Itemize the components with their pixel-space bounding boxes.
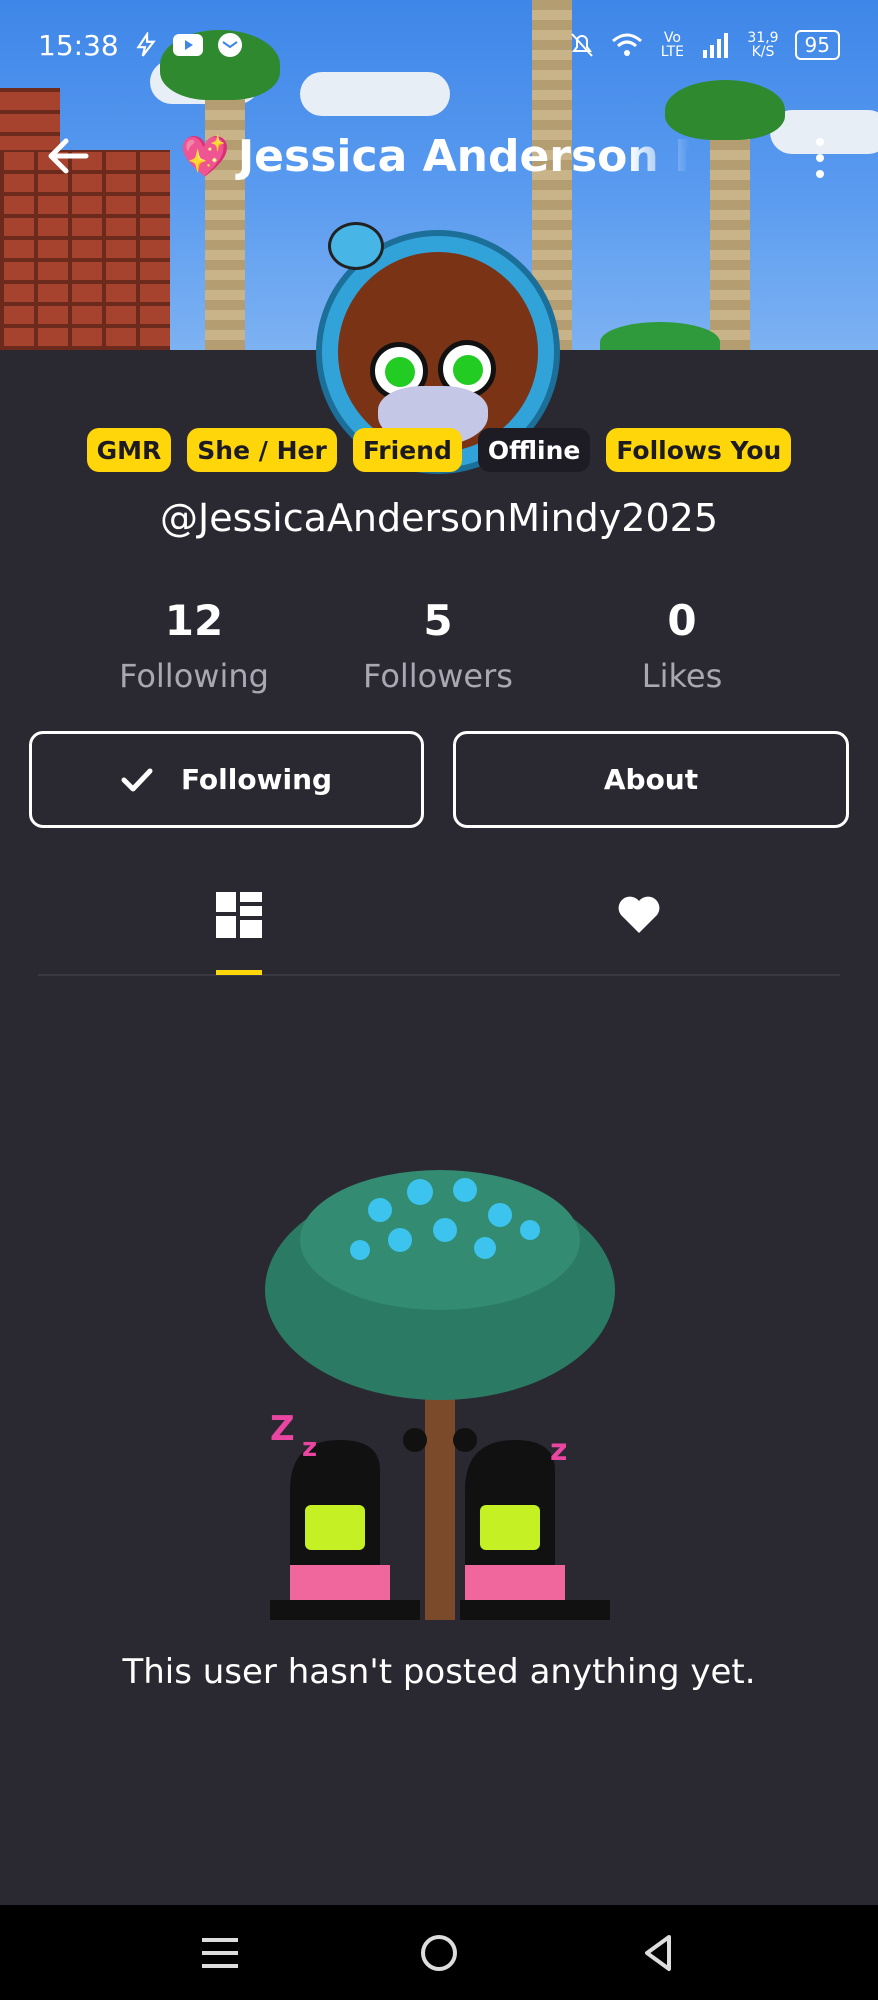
wifi-icon: [612, 33, 643, 56]
grid-icon: [216, 892, 262, 938]
arrow-left-icon[interactable]: [40, 128, 96, 184]
avatar-decoration-icon: [328, 222, 384, 270]
system-nav-bar: [0, 1905, 878, 2000]
following-button-label: Following: [180, 763, 333, 796]
network-label: Vo LTE: [660, 30, 685, 60]
checkmark-icon: [121, 768, 153, 791]
back-triangle-icon[interactable]: [628, 1925, 688, 1981]
stat-followers[interactable]: 5 Followers: [328, 596, 548, 695]
about-button-label: About: [603, 763, 699, 796]
about-button[interactable]: About: [453, 731, 849, 828]
badge-gmr: GMR: [86, 428, 172, 472]
svg-text:z: z: [302, 1433, 317, 1463]
badge-status: Offline: [477, 428, 591, 472]
status-time: 15:38: [38, 28, 119, 62]
empty-state-message: This user hasn't posted anything yet.: [122, 1652, 756, 1692]
svg-text:Z: Z: [270, 1409, 295, 1449]
profile-header: 💖 Jessica Anderson Mi: [0, 110, 878, 200]
badge-pronouns: She / Her: [187, 428, 337, 472]
tab-posts[interactable]: [204, 880, 274, 950]
sleeping-characters-illustration: Z z z: [265, 1170, 615, 1620]
profile-stats: 12 Following 5 Followers 0 Likes: [0, 596, 878, 706]
stat-label: Followers: [363, 657, 513, 695]
username-handle: @JessicaAndersonMindy2025: [160, 496, 718, 540]
status-bar: 15:38 Vo LTE 31,9 K/S 95: [0, 0, 878, 90]
active-tab-indicator: [216, 970, 262, 975]
signal-icon: [703, 33, 729, 58]
heart-icon: [618, 896, 660, 933]
more-vertical-icon[interactable]: [800, 130, 840, 186]
profile-badges: GMR She / Her Friend Offline Follows You: [0, 428, 878, 472]
message-icon: [217, 33, 242, 57]
stat-value: 12: [164, 596, 224, 645]
stat-label: Following: [119, 657, 269, 695]
tab-divider: [38, 974, 840, 976]
page-title: 💖 Jessica Anderson Mi: [180, 128, 690, 184]
stat-value: 0: [667, 596, 697, 645]
youtube-icon: [172, 34, 203, 56]
home-circle-icon[interactable]: [409, 1925, 469, 1981]
flash-icon: [136, 32, 156, 57]
network-speed: 31,9 K/S: [747, 30, 779, 60]
badge-friend: Friend: [352, 428, 462, 472]
menu-icon[interactable]: [190, 1925, 250, 1981]
following-button[interactable]: Following: [29, 731, 424, 828]
mute-bell-icon: [571, 33, 594, 57]
battery-icon: 95: [794, 30, 840, 60]
stat-following[interactable]: 12 Following: [84, 596, 304, 695]
tab-likes[interactable]: [604, 880, 674, 950]
sparkling-heart-icon: 💖: [180, 133, 230, 180]
stat-label: Likes: [641, 657, 723, 695]
stat-value: 5: [423, 596, 453, 645]
stat-likes[interactable]: 0 Likes: [572, 596, 792, 695]
badge-follows-you: Follows You: [606, 428, 792, 472]
svg-text:z: z: [550, 1433, 567, 1468]
page-title-text: Jessica Anderson Mi: [237, 130, 690, 182]
